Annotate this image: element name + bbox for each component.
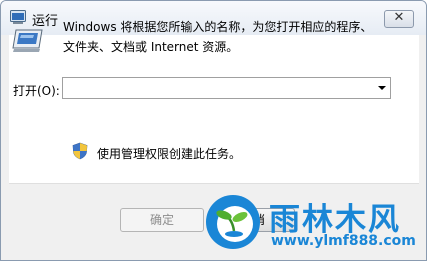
run-program-icon (12, 29, 43, 52)
open-input[interactable] (66, 80, 366, 96)
description-text: Windows 将根据您所输入的名称，为您打开相应的程序、 文件夹、文档或 In… (63, 17, 403, 57)
open-combobox[interactable] (62, 77, 391, 99)
uac-shield-icon (72, 142, 88, 160)
run-dialog: 运行 ✕ Windows 将根据您所输入的名称，为您打开相应的程序、 文件夹、文… (0, 0, 427, 261)
dropdown-arrow-icon[interactable] (378, 86, 386, 90)
admin-privilege-note: 使用管理权限创建此任务。 (97, 147, 242, 161)
watermark-logo (206, 195, 260, 249)
open-label: 打开(O): (13, 84, 60, 98)
ok-button[interactable]: 确定 (120, 208, 204, 232)
run-app-icon (10, 10, 26, 24)
description-line-2: 文件夹、文档或 Internet 资源。 (63, 40, 239, 54)
watermark-url: www.ylmf888.com (271, 233, 416, 249)
description-line-1: Windows 将根据您所输入的名称，为您打开相应的程序、 (63, 20, 373, 34)
